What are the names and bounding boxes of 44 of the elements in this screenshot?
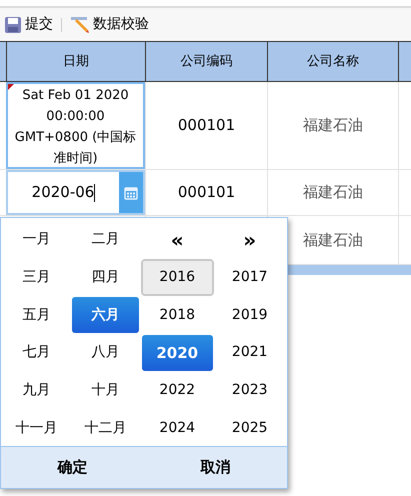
- year-option[interactable]: 2016: [142, 260, 212, 296]
- month-option[interactable]: 七月: [2, 335, 71, 371]
- month-option[interactable]: 五月: [2, 297, 71, 333]
- month-option[interactable]: 四月: [71, 260, 140, 296]
- validate-button[interactable]: 数据校验: [70, 14, 149, 35]
- month-option[interactable]: 一月: [2, 222, 71, 258]
- cancel-button[interactable]: 取消: [144, 447, 287, 488]
- table-cell-text: 000101: [178, 115, 236, 136]
- ruler-pencil-icon: [70, 16, 90, 34]
- year-option[interactable]: 2019: [214, 297, 286, 333]
- month-option[interactable]: 三月: [2, 260, 71, 296]
- table-cell-text: 福建石油: [303, 230, 363, 251]
- year-option[interactable]: 2021: [214, 335, 286, 371]
- previous-years-button[interactable]: «: [141, 222, 214, 258]
- column-header: 公司名称: [267, 42, 398, 81]
- scrollbar[interactable]: [288, 265, 411, 275]
- year-option[interactable]: 2018: [141, 297, 214, 333]
- table-cell-text: 福建石油: [303, 115, 363, 136]
- month-option[interactable]: 二月: [71, 222, 140, 258]
- confirm-button[interactable]: 确定: [1, 447, 144, 488]
- calendar-button[interactable]: [119, 172, 143, 213]
- month-option[interactable]: 十月: [71, 372, 140, 408]
- year-option[interactable]: 2020: [142, 335, 212, 371]
- column-header: 日期: [6, 42, 145, 81]
- date-input-field[interactable]: 2020-06: [6, 170, 145, 215]
- month-option[interactable]: 六月: [72, 297, 139, 333]
- month-option[interactable]: 九月: [2, 372, 71, 408]
- month-option[interactable]: 十一月: [2, 410, 71, 446]
- year-option[interactable]: 2025: [214, 410, 286, 446]
- save-icon: [4, 16, 22, 34]
- year-option[interactable]: 2022: [141, 372, 214, 408]
- year-option[interactable]: 2017: [214, 260, 286, 296]
- year-option[interactable]: 2023: [214, 372, 286, 408]
- month-option[interactable]: 八月: [71, 335, 140, 371]
- year-option[interactable]: 2024: [141, 410, 214, 446]
- calendar-icon: [124, 186, 138, 200]
- month-option[interactable]: 十二月: [71, 410, 140, 446]
- table-cell-text: 福建石油: [303, 182, 363, 204]
- column-header: 公司编码: [145, 42, 267, 81]
- changed-marker-icon: [8, 84, 14, 90]
- next-years-button[interactable]: »: [214, 222, 286, 258]
- submit-button[interactable]: 提交: [4, 14, 53, 35]
- table-cell: Sat Feb 01 2020 00:00:00 GMT+0800 (中国标准时间): [6, 82, 145, 169]
- table-cell-text: 000101: [178, 182, 236, 204]
